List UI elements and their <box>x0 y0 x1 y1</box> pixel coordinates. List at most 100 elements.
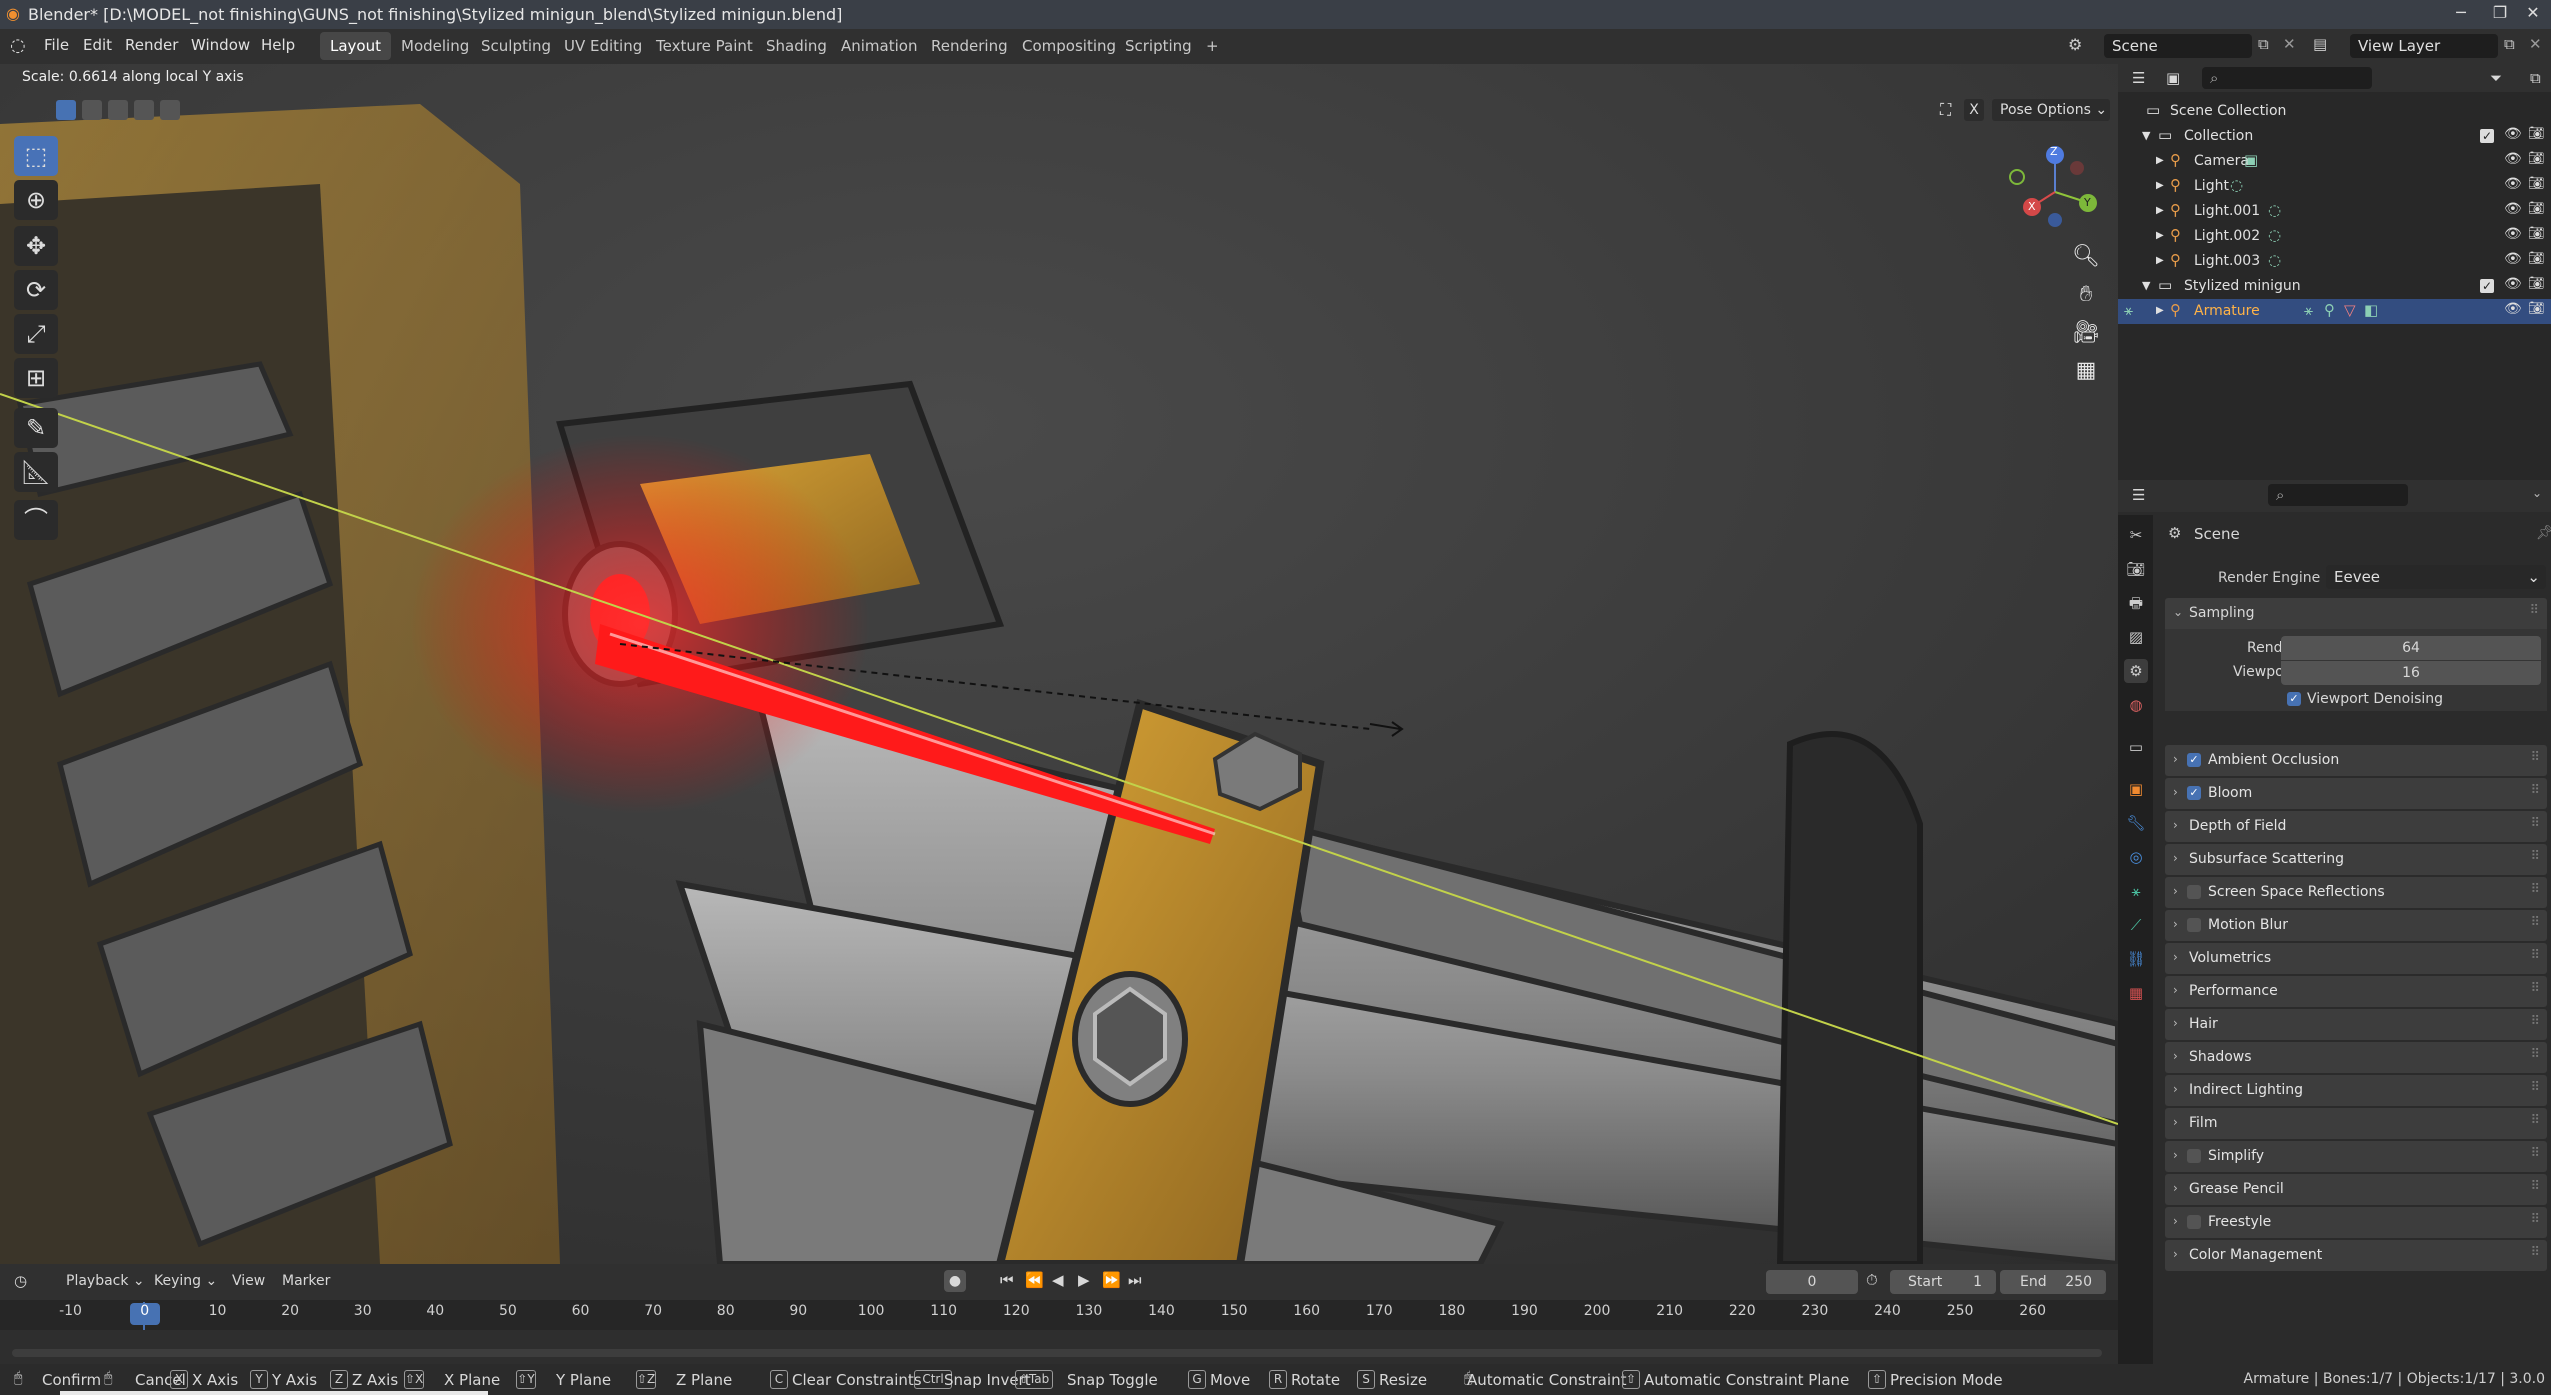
filter-icon[interactable]: ⏷ <box>2490 69 2502 87</box>
panel-screen-space-reflections[interactable]: › Screen Space Reflections ⠿ <box>2165 877 2547 908</box>
transform-icon[interactable]: ⊞ <box>14 358 58 398</box>
chevron-down-icon[interactable]: ⌄ <box>2532 486 2542 500</box>
drag-handle-icon[interactable]: ⠿ <box>2530 816 2539 831</box>
jump-keyframe-forward-icon[interactable]: ⏩ <box>1102 1271 1121 1289</box>
tab-rendering[interactable]: Rendering <box>921 32 1018 60</box>
tab-texture-paint[interactable]: Texture Paint <box>646 32 763 60</box>
maximize-button[interactable]: ❐ <box>2482 3 2518 25</box>
panel-film[interactable]: › Film ⠿ <box>2165 1108 2547 1139</box>
panel-subsurface-scattering[interactable]: › Subsurface Scattering ⠿ <box>2165 844 2547 875</box>
select-box-icon[interactable]: ⬚ <box>14 136 58 176</box>
render-camera-icon[interactable]: 📷︎ <box>2528 226 2545 241</box>
drag-handle-icon[interactable]: ⠿ <box>2530 1245 2539 1260</box>
pose-mode-icon[interactable]: ⚹ <box>2124 301 2133 319</box>
rotate-icon[interactable]: ⟳ <box>14 270 58 310</box>
viewport-denoising-checkbox[interactable]: ✓ <box>2287 692 2301 706</box>
visibility-eye-icon[interactable]: 👁︎ <box>2504 301 2522 317</box>
drag-handle-icon[interactable]: ⠿ <box>2530 1179 2539 1194</box>
visibility-eye-icon[interactable]: 👁︎ <box>2504 151 2522 167</box>
bone-tab-icon[interactable]: ⟋ <box>2124 913 2148 937</box>
exclude-checkbox[interactable]: ✓ <box>2480 279 2494 293</box>
modifier-tab-icon[interactable]: 🔧︎ <box>2124 811 2148 835</box>
select-subtract-icon[interactable] <box>108 100 128 120</box>
mirror-x-toggle[interactable]: X <box>1964 99 1984 121</box>
menu-render[interactable]: Render <box>125 36 178 54</box>
outliner-row-light-002[interactable]: ▶ ⚲ Light.002 ◌ 👁︎ 📷︎ <box>2118 224 2551 249</box>
panel-performance[interactable]: › Performance ⠿ <box>2165 976 2547 1007</box>
timeline-menu-keying[interactable]: Keying ⌄ <box>154 1273 217 1289</box>
menu-window[interactable]: Window <box>191 36 250 54</box>
select-intersect-icon[interactable] <box>160 100 180 120</box>
world-tab-icon[interactable]: ◍ <box>2124 693 2148 717</box>
perspective-grid-icon[interactable]: ▦ <box>2069 354 2103 388</box>
render-camera-icon[interactable]: 📷︎ <box>2528 126 2545 141</box>
minimize-button[interactable]: ─ <box>2443 3 2479 25</box>
visibility-eye-icon[interactable]: 👁︎ <box>2504 126 2522 142</box>
panel-simplify[interactable]: › Simplify ⠿ <box>2165 1141 2547 1172</box>
expand-right-icon[interactable]: ▶ <box>2156 205 2164 216</box>
render-camera-icon[interactable]: 📷︎ <box>2528 201 2545 216</box>
outliner-row-stylized-minigun[interactable]: ▼ ▭ Stylized minigun ✓ 👁︎ 📷︎ <box>2118 274 2551 299</box>
start-frame-field[interactable]: Start 1 <box>1890 1270 1996 1294</box>
panel-enable-checkbox[interactable] <box>2187 1149 2201 1163</box>
physics-tab-icon[interactable]: ◎ <box>2124 845 2148 869</box>
properties-search-input[interactable]: ⌕ <box>2268 484 2408 506</box>
frame-ruler[interactable] <box>0 1300 2118 1330</box>
panel-shadows[interactable]: › Shadows ⠿ <box>2165 1042 2547 1073</box>
sampling-panel-header[interactable]: ⌄ Sampling ⠿ <box>2165 598 2547 629</box>
drag-handle-icon[interactable]: ⠿ <box>2530 849 2539 864</box>
tab-sculpting[interactable]: Sculpting <box>471 32 561 60</box>
clock-icon[interactable]: ⏱ <box>1866 1271 1878 1289</box>
blender-menu-icon[interactable]: ◌ <box>10 35 26 56</box>
drag-handle-icon[interactable]: ⠿ <box>2530 882 2539 897</box>
editor-type-icon[interactable]: ☰ <box>2132 486 2145 504</box>
editor-type-icon[interactable]: ☰ <box>2132 69 2145 87</box>
visibility-eye-icon[interactable]: 👁︎ <box>2504 176 2522 192</box>
panel-indirect-lighting[interactable]: › Indirect Lighting ⠿ <box>2165 1075 2547 1106</box>
outliner-row-light-003[interactable]: ▶ ⚲ Light.003 ◌ 👁︎ 📷︎ <box>2118 249 2551 274</box>
constraint-tab-icon[interactable]: ⛓ <box>2124 947 2148 971</box>
render-tab-icon[interactable]: 📷︎ <box>2124 557 2148 581</box>
drag-handle-icon[interactable]: ⠿ <box>2530 1014 2539 1029</box>
new-scene-icon[interactable]: ⧉ <box>2258 35 2269 53</box>
panel-enable-checkbox[interactable] <box>2187 885 2201 899</box>
view-layer-selector[interactable]: View Layer <box>2350 34 2498 58</box>
texture-tab-icon[interactable]: ▦ <box>2124 981 2148 1005</box>
tab-scripting[interactable]: Scripting <box>1115 32 1202 60</box>
timeline-menu-view[interactable]: View <box>232 1273 265 1289</box>
panel-freestyle[interactable]: › Freestyle ⠿ <box>2165 1207 2547 1238</box>
cursor-icon[interactable]: ⊕ <box>14 180 58 220</box>
expand-right-icon[interactable]: ▶ <box>2156 155 2164 166</box>
pose-options-dropdown[interactable]: Pose Options ⌄ <box>1992 99 2110 121</box>
panel-bloom[interactable]: › ✓ Bloom ⠿ <box>2165 778 2547 809</box>
panel-grease-pencil[interactable]: › Grease Pencil ⠿ <box>2165 1174 2547 1205</box>
expand-right-icon[interactable]: ▶ <box>2156 305 2164 316</box>
end-frame-field[interactable]: End 250 <box>2000 1270 2106 1294</box>
tab-uv-editing[interactable]: UV Editing <box>554 32 652 60</box>
visibility-eye-icon[interactable]: 👁︎ <box>2504 251 2522 267</box>
visibility-eye-icon[interactable]: 👁︎ <box>2504 226 2522 242</box>
panel-enable-checkbox[interactable] <box>2187 1215 2201 1229</box>
menu-edit[interactable]: Edit <box>83 36 112 54</box>
outliner-row-armature[interactable]: ⚹ ▶ ⚲ Armature ⚹ ⚲ ▽ ◧ 👁︎ 📷︎ <box>2118 299 2551 324</box>
record-button[interactable]: ● <box>944 1270 966 1292</box>
drag-handle-icon[interactable]: ⠿ <box>2530 750 2539 765</box>
panel-depth-of-field[interactable]: › Depth of Field ⠿ <box>2165 811 2547 842</box>
exclude-checkbox[interactable]: ✓ <box>2480 129 2494 143</box>
render-camera-icon[interactable]: 📷︎ <box>2528 176 2545 191</box>
scene-tab-icon[interactable]: ⚙ <box>2124 659 2148 683</box>
play-reverse-icon[interactable]: ◀ <box>1052 1271 1064 1289</box>
move-icon[interactable]: ✥ <box>14 226 58 266</box>
visibility-eye-icon[interactable]: 👁︎ <box>2504 201 2522 217</box>
panel-enable-checkbox[interactable]: ✓ <box>2187 786 2201 800</box>
outliner-row-camera[interactable]: ▶ ⚲ Camera ▣ 👁︎ 📷︎ <box>2118 149 2551 174</box>
outliner-row-collection[interactable]: ▼ ▭ Collection ✓ 👁︎ 📷︎ <box>2118 124 2551 149</box>
expand-right-icon[interactable]: ▶ <box>2156 255 2164 266</box>
drag-handle-icon[interactable]: ⠿ <box>2530 915 2539 930</box>
select-invert-icon[interactable] <box>134 100 154 120</box>
panel-color-management[interactable]: › Color Management ⠿ <box>2165 1240 2547 1271</box>
drag-handle-icon[interactable]: ⠿ <box>2530 948 2539 963</box>
panel-volumetrics[interactable]: › Volumetrics ⠿ <box>2165 943 2547 974</box>
zoom-icon[interactable]: 🔍︎ <box>2069 240 2103 274</box>
select-extend-icon[interactable] <box>82 100 102 120</box>
